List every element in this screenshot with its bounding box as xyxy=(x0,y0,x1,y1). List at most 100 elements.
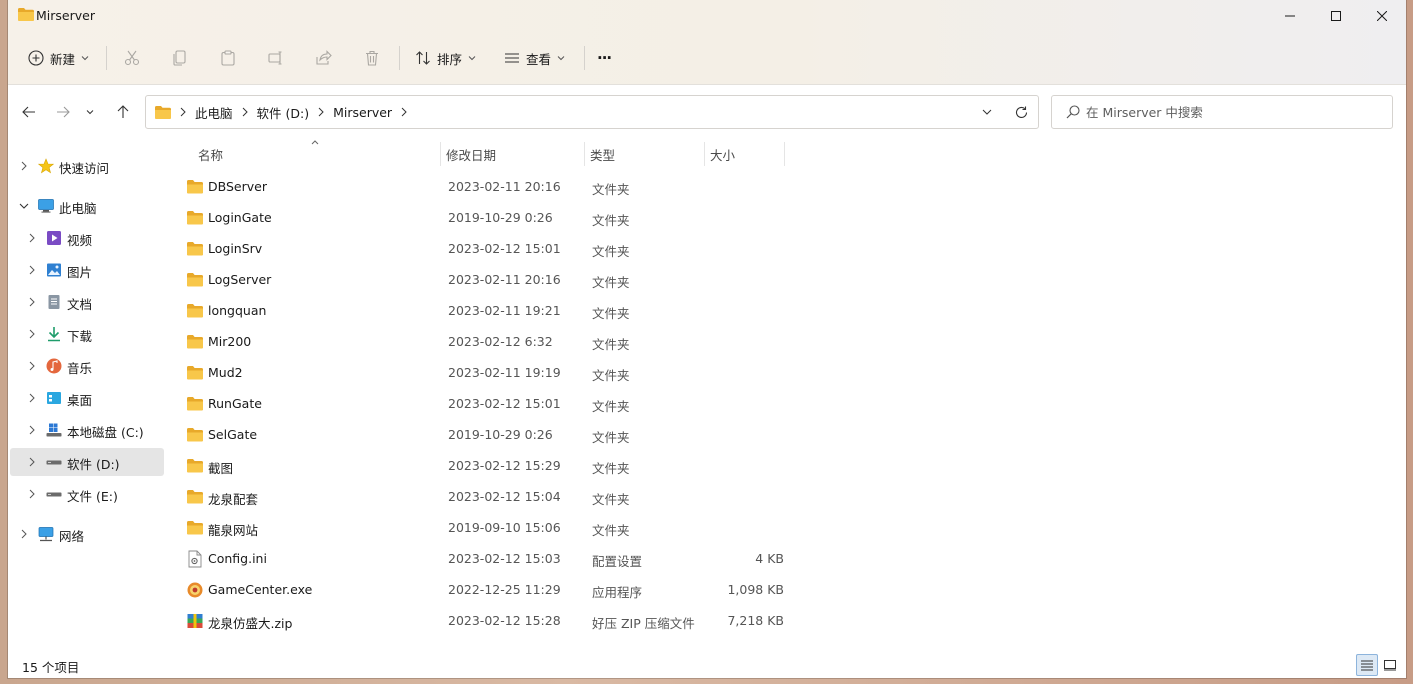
folder-icon xyxy=(186,364,204,382)
column-divider[interactable] xyxy=(584,142,585,166)
forward-button[interactable] xyxy=(49,98,77,126)
sidebar-item-drive-d[interactable]: 软件 (D:) xyxy=(10,448,164,476)
address-bar[interactable]: 此电脑 软件 (D:) Mirserver xyxy=(145,95,1039,129)
arrow-up-icon xyxy=(117,105,129,118)
chevron-right-icon xyxy=(29,489,35,499)
exe-file-icon xyxy=(186,581,204,599)
navigation-pane: 快速访问 此电脑 视频 图片 文档 下载 音乐 桌面 本地磁盘 (C:) 软件 … xyxy=(8,140,168,650)
recent-locations-button[interactable] xyxy=(80,98,100,126)
new-button-label: 新建 xyxy=(50,51,76,67)
column-header-size[interactable]: 大小 xyxy=(710,140,780,168)
table-row[interactable]: 龍泉网站 2019-09-10 15:06 文件夹 xyxy=(174,514,786,542)
star-icon xyxy=(38,158,54,174)
chevron-right-icon xyxy=(29,393,35,403)
windows-drive-icon xyxy=(46,423,62,437)
details-view-button[interactable] xyxy=(1356,654,1378,676)
sidebar-item-network[interactable]: 网络 xyxy=(10,520,164,548)
cut-button[interactable] xyxy=(124,42,140,74)
file-type: 文件夹 xyxy=(592,182,630,197)
file-name: Config.ini xyxy=(208,551,267,566)
column-header-type[interactable]: 类型 xyxy=(590,140,700,168)
sidebar-item-quick-access[interactable]: 快速访问 xyxy=(10,152,164,180)
column-divider[interactable] xyxy=(440,142,441,166)
table-row[interactable]: 龙泉配套 2023-02-12 15:04 文件夹 xyxy=(174,483,786,511)
more-options-button[interactable]: ··· xyxy=(597,42,612,74)
sidebar-item-drive-e[interactable]: 文件 (E:) xyxy=(10,480,164,508)
paste-button[interactable] xyxy=(220,42,236,74)
breadcrumb-drive-d[interactable]: 软件 (D:) xyxy=(257,103,310,122)
table-row[interactable]: 截图 2023-02-12 15:29 文件夹 xyxy=(174,452,786,480)
column-divider[interactable] xyxy=(784,142,785,166)
up-button[interactable] xyxy=(109,98,137,126)
large-icons-view-button[interactable] xyxy=(1379,654,1401,676)
table-row[interactable]: 龙泉仿盛大.zip 2023-02-12 15:28 好压 ZIP 压缩文件 7,21… xyxy=(174,607,786,635)
breadcrumb-this-pc[interactable]: 此电脑 xyxy=(195,103,233,122)
search-box[interactable] xyxy=(1051,95,1393,129)
toolbar-separator xyxy=(584,46,585,70)
sidebar-item-desktop[interactable]: 桌面 xyxy=(10,384,164,412)
file-name: Mud2 xyxy=(208,365,243,380)
sidebar-item-music[interactable]: 音乐 xyxy=(10,352,164,380)
file-date: 2019-10-29 0:26 xyxy=(448,210,553,225)
table-row[interactable]: Mud2 2023-02-11 19:19 文件夹 xyxy=(174,359,786,387)
table-row[interactable]: GameCenter.exe 2022-12-25 11:29 应用程序 1,098 … xyxy=(174,576,786,604)
minimize-button[interactable] xyxy=(1267,0,1313,32)
rename-button[interactable] xyxy=(268,42,284,74)
share-button[interactable] xyxy=(316,42,332,74)
sidebar-item-label: 本地磁盘 (C:) xyxy=(67,425,144,440)
table-row[interactable]: DBServer 2023-02-11 20:16 文件夹 xyxy=(174,173,786,201)
drive-icon xyxy=(46,492,62,497)
column-header-date[interactable]: 修改日期 xyxy=(446,140,581,168)
music-icon xyxy=(46,358,62,374)
file-date: 2023-02-12 15:03 xyxy=(448,551,561,566)
chevron-right-icon xyxy=(29,297,35,307)
view-button[interactable]: 查看 xyxy=(504,42,565,74)
folder-icon xyxy=(186,209,204,227)
chevron-right-icon xyxy=(29,457,35,467)
table-row[interactable]: LogServer 2023-02-11 20:16 文件夹 xyxy=(174,266,786,294)
column-header-name[interactable]: 名称 xyxy=(198,140,438,168)
back-button[interactable] xyxy=(15,98,43,126)
copy-button[interactable] xyxy=(172,42,188,74)
sidebar-item-videos[interactable]: 视频 xyxy=(10,224,164,252)
delete-button[interactable] xyxy=(364,42,380,74)
folder-icon xyxy=(186,395,204,413)
refresh-button[interactable] xyxy=(1004,96,1038,128)
sidebar-item-this-pc[interactable]: 此电脑 xyxy=(10,192,164,220)
chevron-down-icon xyxy=(19,203,29,209)
table-row[interactable]: LoginSrv 2023-02-12 15:01 文件夹 xyxy=(174,235,786,263)
sidebar-item-label: 下载 xyxy=(67,329,93,344)
large-icons-view-icon xyxy=(1384,660,1396,671)
maximize-button[interactable] xyxy=(1313,0,1359,32)
search-input[interactable] xyxy=(1086,104,1366,120)
arrow-left-icon xyxy=(22,106,35,118)
desktop-icon xyxy=(47,392,61,404)
sidebar-item-label: 文档 xyxy=(67,297,93,312)
download-icon xyxy=(48,327,60,342)
file-date: 2023-02-12 6:32 xyxy=(448,334,553,349)
table-row[interactable]: SelGate 2019-10-29 0:26 文件夹 xyxy=(174,421,786,449)
breadcrumb-mirserver[interactable]: Mirserver xyxy=(333,105,392,120)
sidebar-item-label: 软件 (D:) xyxy=(67,457,120,472)
sidebar-item-pictures[interactable]: 图片 xyxy=(10,256,164,284)
table-row[interactable]: longquan 2023-02-11 19:21 文件夹 xyxy=(174,297,786,325)
file-name: LogServer xyxy=(208,272,272,287)
sort-button[interactable]: 排序 xyxy=(415,42,476,74)
view-list-icon xyxy=(505,53,519,63)
file-list: 名称 修改日期 类型 大小 DBServer 2023-02-11 20:16 文件… xyxy=(168,140,1406,650)
table-row[interactable]: Config.ini 2023-02-12 15:03 配置设置 4 KB xyxy=(174,545,786,573)
table-row[interactable]: Mir200 2023-02-12 6:32 文件夹 xyxy=(174,328,786,356)
table-row[interactable]: RunGate 2023-02-12 15:01 文件夹 xyxy=(174,390,786,418)
sidebar-item-downloads[interactable]: 下载 xyxy=(10,320,164,348)
sidebar-item-documents[interactable]: 文档 xyxy=(10,288,164,316)
address-history-button[interactable] xyxy=(970,96,1004,128)
table-row[interactable]: LoginGate 2019-10-29 0:26 文件夹 xyxy=(174,204,786,232)
close-button[interactable] xyxy=(1359,0,1405,32)
sidebar-item-drive-c[interactable]: 本地磁盘 (C:) xyxy=(10,416,164,444)
new-button[interactable]: 新建 xyxy=(28,42,89,74)
column-divider[interactable] xyxy=(704,142,705,166)
folder-icon xyxy=(155,105,171,119)
sidebar-item-label: 音乐 xyxy=(67,361,93,376)
file-type: 文件夹 xyxy=(592,244,630,259)
maximize-icon xyxy=(1331,11,1341,21)
